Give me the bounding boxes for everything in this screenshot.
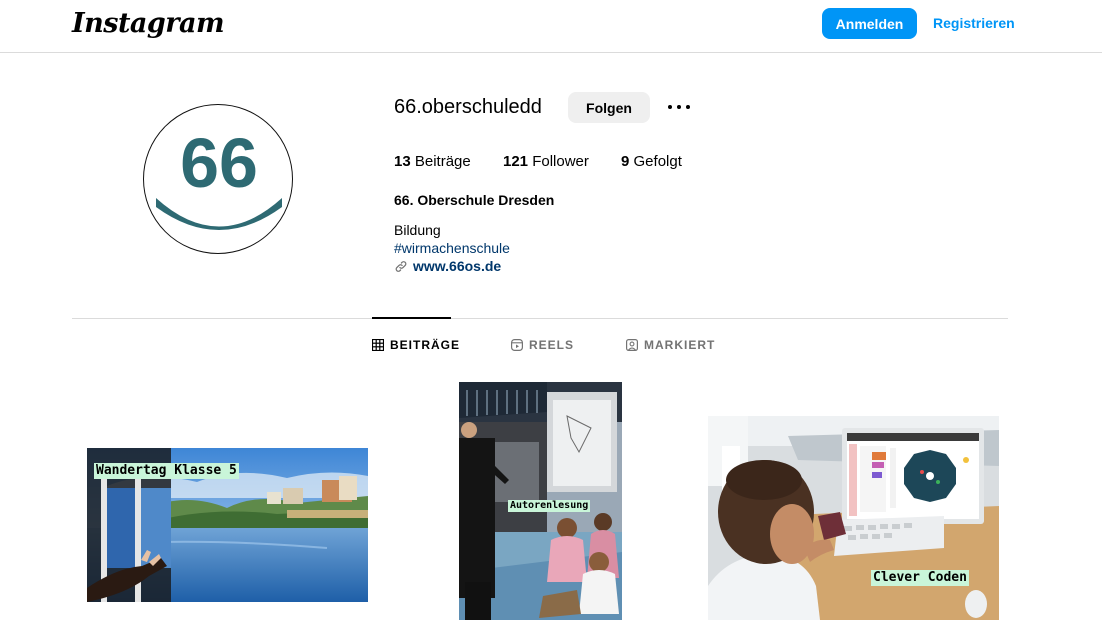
school-logo-image: 66 bbox=[156, 124, 282, 230]
reels-icon bbox=[511, 339, 524, 352]
post-tile-1[interactable]: Wandertag Klasse 5 bbox=[87, 448, 368, 602]
post-tile-3[interactable]: Clever Coden bbox=[708, 416, 999, 620]
posts-count: 13 bbox=[394, 153, 411, 170]
tab-tagged[interactable]: MARKIERT bbox=[626, 338, 715, 352]
post-caption-2: Autorenlesung bbox=[508, 500, 591, 512]
following-count: 9 bbox=[621, 153, 630, 170]
avatar-text: 66 bbox=[180, 124, 258, 202]
followers-label: Follower bbox=[532, 153, 589, 170]
login-button[interactable]: Anmelden bbox=[822, 8, 917, 39]
profile-avatar[interactable]: 66 bbox=[143, 104, 293, 254]
post-caption-1: Wandertag Klasse 5 bbox=[94, 463, 239, 479]
post-image-coding bbox=[708, 416, 999, 620]
tagged-icon bbox=[626, 339, 639, 352]
register-link[interactable]: Registrieren bbox=[933, 15, 1015, 31]
post-tile-2[interactable]: Autorenlesung bbox=[459, 382, 622, 620]
tab-reels-label: REELS bbox=[529, 338, 575, 352]
tabs-divider bbox=[72, 318, 1008, 319]
post-caption-3: Clever Coden bbox=[871, 570, 969, 586]
tab-tagged-label: MARKIERT bbox=[644, 338, 716, 352]
bio-hashtag-link[interactable]: #wirmachenschule bbox=[394, 240, 510, 256]
more-options-icon[interactable] bbox=[666, 96, 692, 116]
posts-label: Beiträge bbox=[414, 153, 471, 170]
grid-icon bbox=[371, 338, 385, 352]
posts-stat: 13 Beiträge bbox=[394, 153, 471, 170]
profile-username: 66.oberschuledd bbox=[394, 96, 542, 118]
smile-shape bbox=[156, 198, 282, 230]
tab-posts[interactable]: BEITRÄGE bbox=[371, 338, 461, 352]
follow-button[interactable]: Folgen bbox=[568, 92, 650, 123]
following-stat[interactable]: 9 Gefolgt bbox=[621, 153, 682, 170]
followers-count: 121 bbox=[503, 153, 529, 170]
top-navigation-bar: Instagram Anmelden Registrieren bbox=[0, 0, 1102, 53]
active-tab-indicator bbox=[372, 317, 451, 319]
followers-stat[interactable]: 121 Follower bbox=[503, 153, 589, 170]
website-text: www.66os.de bbox=[413, 258, 502, 274]
tab-reels[interactable]: REELS bbox=[511, 338, 574, 352]
tab-posts-label: BEITRÄGE bbox=[390, 338, 461, 352]
profile-category: Bildung bbox=[394, 222, 441, 238]
instagram-logo[interactable]: Instagram bbox=[72, 8, 225, 39]
website-link[interactable]: www.66os.de bbox=[394, 258, 501, 274]
link-icon bbox=[395, 261, 407, 272]
following-label: Gefolgt bbox=[633, 153, 682, 170]
profile-full-name: 66. Oberschule Dresden bbox=[394, 192, 555, 208]
